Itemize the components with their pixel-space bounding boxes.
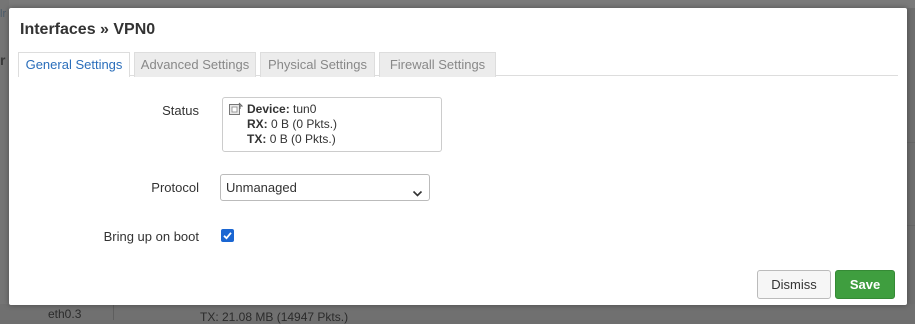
- ethernet-port-icon: [229, 102, 244, 116]
- device-key: Device:: [247, 102, 290, 116]
- checkmark-icon: [223, 232, 232, 240]
- status-panel: Device: tun0 RX: 0 B (0 Pkts.) TX: 0 B (…: [222, 97, 442, 152]
- device-value: tun0: [293, 102, 317, 116]
- background-tx-text: TX: 21.08 MB (14947 Pkts.): [200, 310, 349, 324]
- protocol-select[interactable]: Unmanaged: [220, 174, 430, 201]
- background-header: [0, 0, 915, 8]
- tab-general-settings[interactable]: General Settings: [18, 52, 130, 77]
- background-interface-name: eth0.3: [48, 307, 82, 321]
- dialog-title: Interfaces » VPN0: [20, 21, 156, 38]
- protocol-label: Protocol: [151, 180, 199, 195]
- tab-firewall-settings[interactable]: Firewall Settings: [379, 52, 496, 77]
- save-button[interactable]: Save: [835, 270, 895, 299]
- status-label: Status: [162, 103, 199, 118]
- status-tx-line: TX: 0 B (0 Pkts.): [247, 132, 441, 147]
- status-rx-line: RX: 0 B (0 Pkts.): [247, 117, 441, 132]
- dismiss-button[interactable]: Dismiss: [757, 270, 831, 299]
- bring-up-on-boot-label: Bring up on boot: [103, 229, 199, 244]
- rx-key: RX:: [247, 117, 268, 131]
- rx-value: 0 B (0 Pkts.): [271, 117, 338, 131]
- background-footer: [0, 304, 915, 320]
- background-sidebar: [0, 0, 9, 320]
- tx-key: TX:: [247, 132, 267, 146]
- background-mark: r: [0, 52, 6, 68]
- chevron-down-icon: [412, 182, 423, 197]
- bring-up-on-boot-checkbox[interactable]: [221, 229, 234, 242]
- status-device-line: Device: tun0: [247, 102, 441, 117]
- protocol-selected-value: Unmanaged: [226, 180, 297, 195]
- tab-physical-settings[interactable]: Physical Settings: [260, 52, 375, 77]
- tab-advanced-settings[interactable]: Advanced Settings: [134, 52, 256, 77]
- tx-value: 0 B (0 Pkts.): [269, 132, 336, 146]
- tab-bar: General Settings Advanced Settings Physi…: [18, 52, 898, 77]
- background-mark: lr: [0, 8, 7, 20]
- interface-dialog: Interfaces » VPN0 General Settings Advan…: [9, 8, 907, 305]
